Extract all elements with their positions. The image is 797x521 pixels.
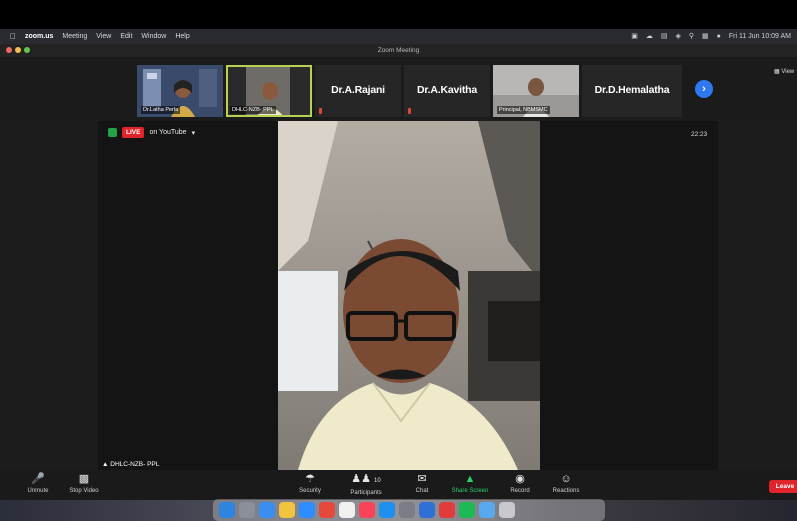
view-label: View [781,69,795,75]
participant-tile[interactable]: Dr.D.Hemalatha [582,65,682,117]
reactions-icon: ☺ [560,473,572,485]
menu-window[interactable]: Window [141,33,166,40]
record-label: Record [510,488,530,494]
next-page-button[interactable]: › [695,80,713,98]
mac-dock [213,499,605,521]
participant-name: DHLC-NZB- PPL [230,106,276,114]
chrome-icon[interactable] [319,502,335,518]
stop-video-button[interactable]: ▩ Stop Video [54,473,114,494]
participant-name: Dr.D.Hemalatha [594,84,670,96]
spotify-icon[interactable] [459,502,475,518]
live-indicator[interactable]: LIVE on YouTube ▾ [108,127,195,138]
speaker-video-frame [278,121,540,470]
teams-icon[interactable] [419,502,435,518]
control-center-icon[interactable]: ▦ [702,32,709,40]
mac-menubar:  zoom.us Meeting View Edit Window Help … [0,29,797,44]
display-icon[interactable]: ▤ [661,32,668,40]
participant-tile[interactable]: Dr.A.Rajani [315,65,401,117]
participant-name: Principal, NBMSMC [497,106,550,114]
shield-icon: ☂ [305,473,315,485]
live-badge: LIVE [122,127,145,138]
notes-icon[interactable] [279,502,295,518]
menu-app-name[interactable]: zoom.us [25,33,53,40]
launchpad-icon[interactable] [239,502,255,518]
participant-tile[interactable]: Principal, NBMSMC [493,65,579,117]
speaker-name-label: ▲ DHLC-NZB- PPL [102,461,159,468]
menubar-clock[interactable]: Fri 11 Jun 10:09 AM [729,33,791,40]
participants-button[interactable]: ♟♟ 10 Participants [336,473,396,496]
muted-mic-icon [408,108,411,114]
top-bar [0,0,797,29]
search-icon[interactable]: ⚲ [689,32,694,40]
participants-label: Participants [350,490,382,496]
reactions-label: Reactions [552,488,580,494]
share-screen-label: Share Screen [451,488,489,494]
window-title: Zoom Meeting [377,47,420,54]
calendar-icon[interactable] [339,502,355,518]
unmute-label: Unmute [27,488,49,494]
wifi-icon[interactable]: ◈ [675,32,680,40]
security-button[interactable]: ☂ Security [280,473,340,494]
reactions-button[interactable]: ☺ Reactions [536,473,596,494]
siri-icon[interactable]: ● [717,33,721,40]
folder-icon[interactable] [479,502,495,518]
muted-mic-icon [319,108,322,114]
cloud-icon[interactable]: ☁ [646,32,653,40]
participant-tile[interactable]: Dr.A.Kavitha [404,65,490,117]
participant-name: Dr.A.Rajani [331,84,385,96]
participant-name: Dr.Latha Perla [141,106,181,114]
menu-help[interactable]: Help [175,33,189,40]
menu-meeting[interactable]: Meeting [62,33,87,40]
video-camera-icon: ▩ [78,473,90,485]
menu-edit[interactable]: Edit [120,33,132,40]
trash-icon[interactable] [499,502,515,518]
stop-video-label: Stop Video [69,488,99,494]
speaker-video [278,121,540,470]
facetime-icon[interactable] [439,502,455,518]
chevron-down-icon: ▾ [191,129,196,137]
system-preferences-icon[interactable] [399,502,415,518]
participants-count: 10 [374,478,381,484]
security-label: Security [299,488,321,494]
participants-icon: ♟♟ 10 [351,473,381,485]
zoom-status-icon[interactable]: ▣ [631,32,638,40]
app-store-icon[interactable] [379,502,395,518]
live-stream-text: on YouTube [149,129,187,136]
music-icon[interactable] [359,502,375,518]
participant-tile[interactable]: Dr.Latha Perla [137,65,223,117]
meeting-timer: 22:23 [691,131,708,138]
speaker-name: DHLC-NZB- PPL [110,461,160,468]
safari-icon[interactable] [259,502,275,518]
finder-icon[interactable] [219,502,235,518]
participant-name: Dr.A.Kavitha [416,84,478,96]
menu-view[interactable]: View [96,33,111,40]
signal-icon: ▲ [102,461,109,468]
zoom-icon[interactable] [299,502,315,518]
window-titlebar: Zoom Meeting [0,44,797,57]
participant-tile-active[interactable]: DHLC-NZB- PPL [226,65,312,117]
chat-label: Chat [415,488,429,494]
view-button[interactable]: ▦ View [774,68,794,75]
apple-icon[interactable]:  [10,32,16,41]
shield-icon[interactable] [108,128,117,137]
leave-button[interactable]: Leave [769,480,797,493]
